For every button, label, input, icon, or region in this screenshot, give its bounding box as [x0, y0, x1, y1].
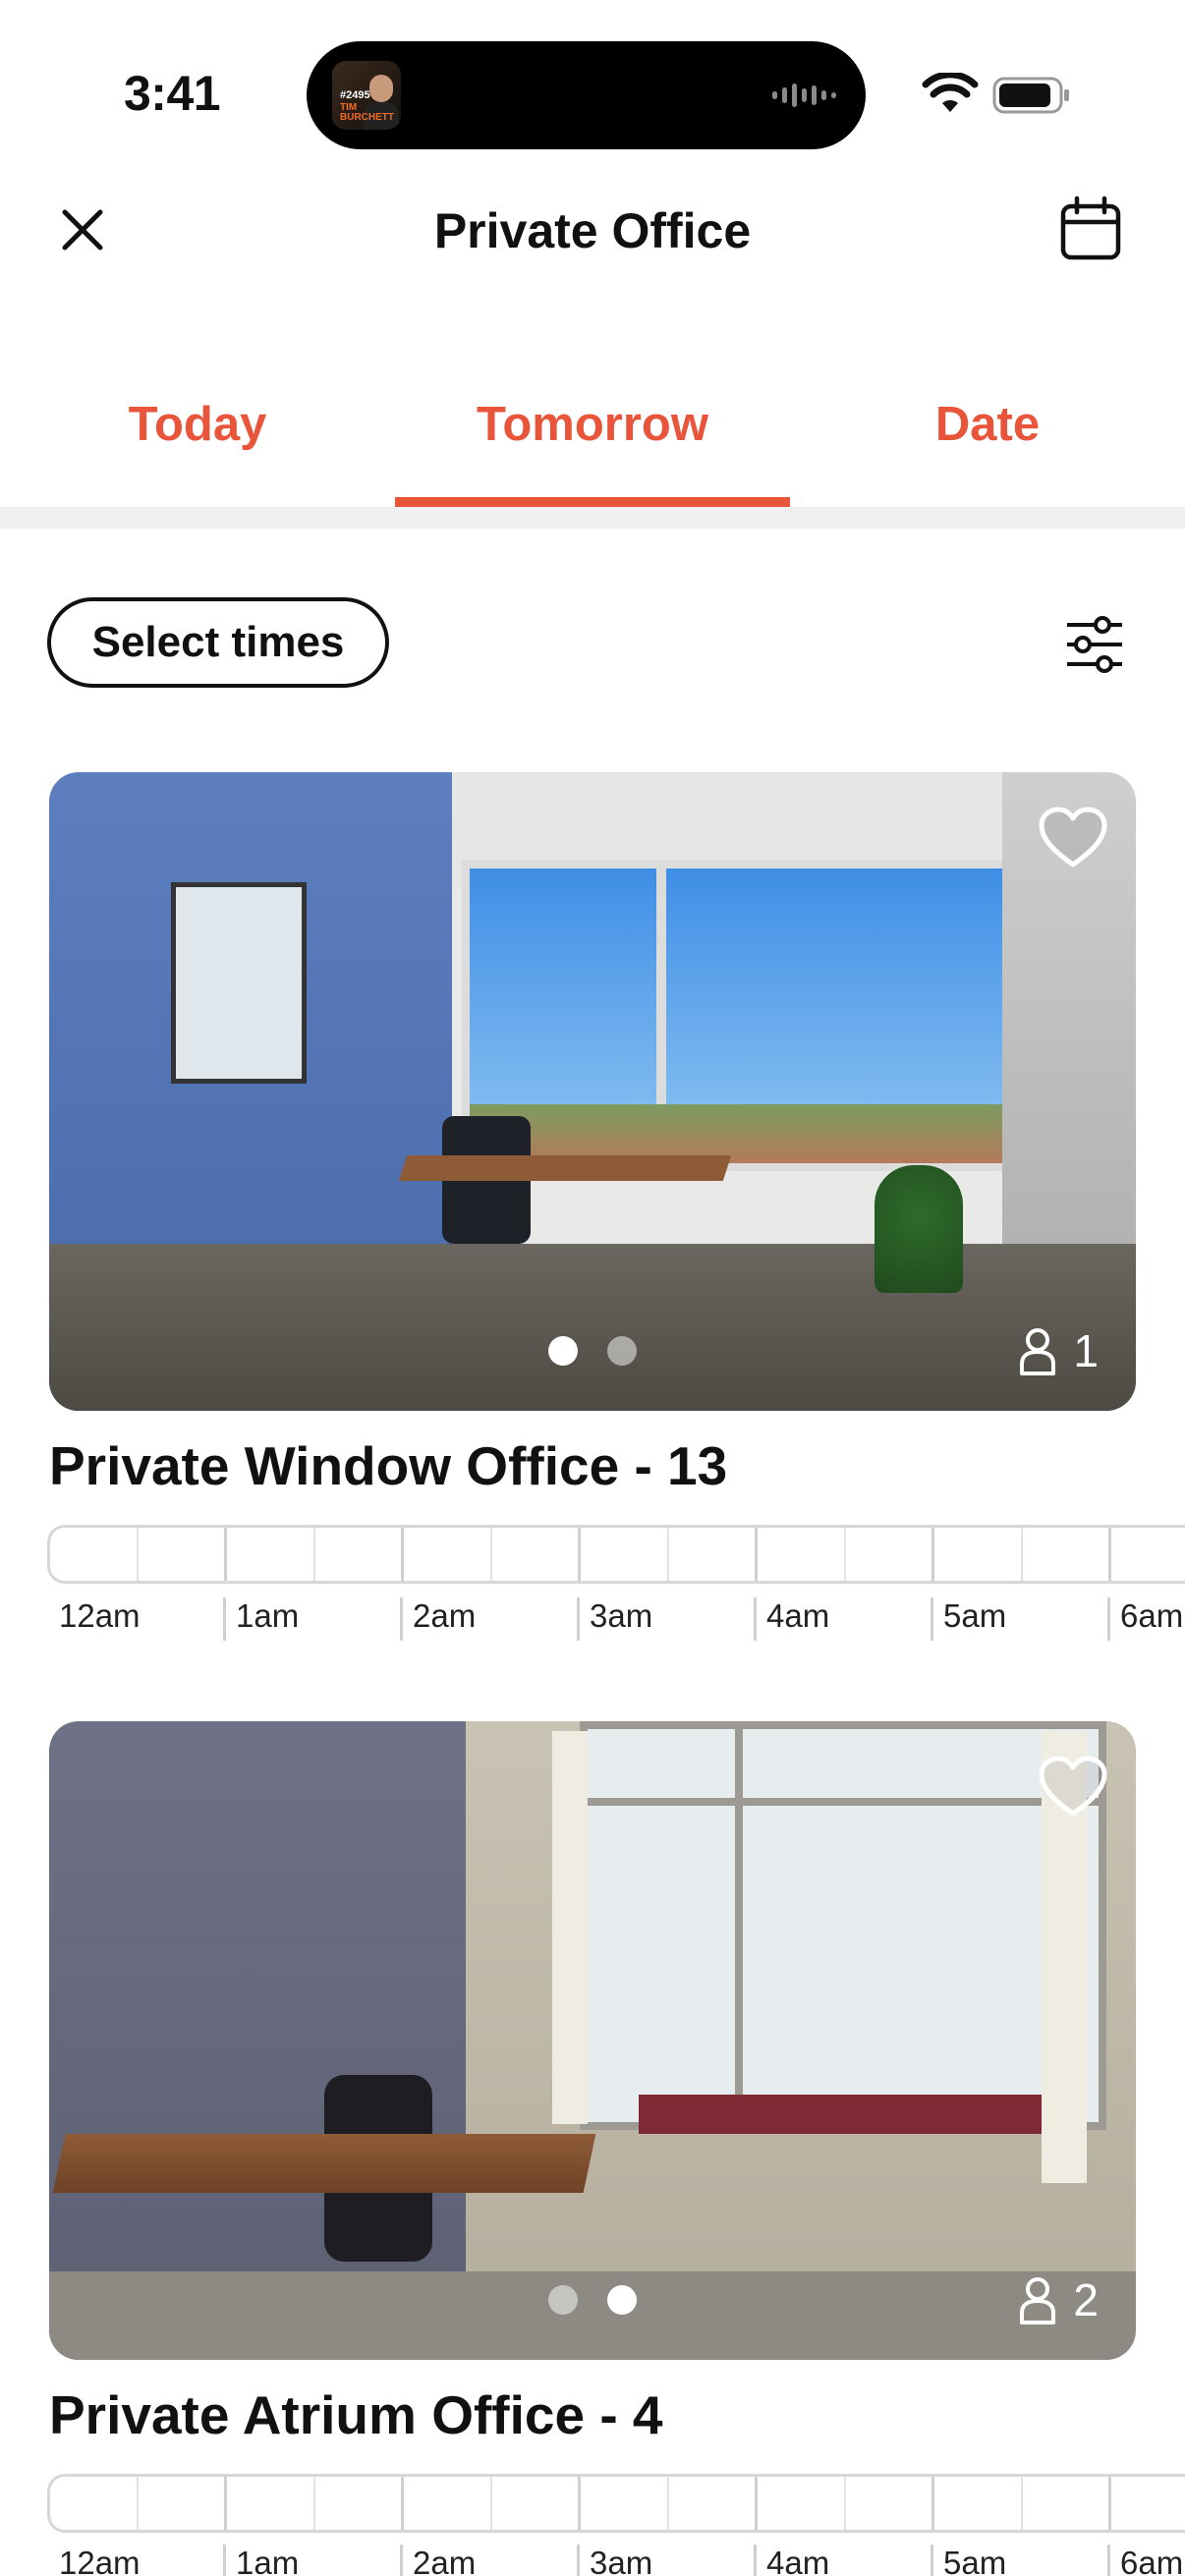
hour-label: 6am: [1107, 1597, 1185, 1645]
hour-label: 1am: [223, 2545, 413, 2576]
hour-label: 12am: [59, 2545, 236, 2576]
person-icon: [1020, 1328, 1056, 1375]
now-playing-name: TIM BURCHETT: [340, 102, 394, 123]
listing-title[interactable]: Private Window Office - 13: [49, 1434, 727, 1497]
availability-timeline[interactable]: [47, 2474, 1185, 2533]
now-playing-badge: #2495: [340, 89, 370, 101]
hour-label: 3am: [577, 2545, 766, 2576]
page-title: Private Office: [433, 203, 752, 258]
hour-label: 2am: [400, 1597, 590, 1645]
pager-dot[interactable]: [607, 2285, 637, 2315]
hour-label: 5am: [931, 1597, 1120, 1645]
calendar-icon[interactable]: [1055, 195, 1126, 265]
hour-label: 12am: [59, 1597, 236, 1645]
capacity-count: 1: [1073, 1325, 1099, 1376]
status-bar: 3:41 #2495 TIM BURCHETT: [0, 0, 1185, 167]
day-tabs: Today Tomorrow Date: [0, 364, 1185, 507]
tab-today[interactable]: Today: [0, 397, 395, 452]
sliders-icon[interactable]: [1061, 611, 1128, 678]
selected-tab-indicator: [395, 497, 790, 507]
person-icon: [1020, 2277, 1056, 2324]
hour-label: 5am: [931, 2545, 1120, 2576]
wifi-icon: [922, 73, 979, 112]
pager-dot[interactable]: [607, 1336, 637, 1366]
dynamic-island[interactable]: #2495 TIM BURCHETT: [307, 41, 866, 149]
listing-title[interactable]: Private Atrium Office - 4: [49, 2383, 663, 2446]
pager-dot[interactable]: [548, 1336, 578, 1366]
hour-label: 3am: [577, 1597, 766, 1645]
audio-waveform-icon: [772, 83, 836, 108]
battery-icon: [992, 77, 1069, 114]
heart-icon[interactable]: [1038, 1755, 1108, 1820]
select-times-button[interactable]: Select times: [47, 597, 389, 688]
tabs-divider: [0, 507, 1185, 529]
hour-label: 1am: [223, 1597, 413, 1645]
now-playing-artwork: #2495 TIM BURCHETT: [332, 61, 401, 130]
capacity-badge: 1: [1018, 1324, 1099, 1377]
listing-photo-1[interactable]: 1: [49, 772, 1136, 1411]
capacity-badge: 2: [1018, 2273, 1099, 2326]
photo-pager: [49, 1336, 1136, 1366]
heart-icon[interactable]: [1038, 806, 1108, 870]
listing-photo-2[interactable]: 2: [49, 1721, 1136, 2360]
timeline-hour-labels: 12am 1am 2am 3am 4am 5am 6am: [59, 1597, 1185, 1645]
photo-pager: [49, 2285, 1136, 2315]
tab-tomorrow[interactable]: Tomorrow: [395, 397, 790, 452]
pager-dot[interactable]: [548, 2285, 578, 2315]
availability-timeline[interactable]: [47, 1525, 1185, 1584]
hour-label: 2am: [400, 2545, 590, 2576]
hour-label: 4am: [754, 1597, 943, 1645]
hour-label: 6am: [1107, 2545, 1185, 2576]
nav-header: Private Office: [0, 167, 1185, 295]
status-time: 3:41: [124, 66, 221, 121]
hour-label: 4am: [754, 2545, 943, 2576]
timeline-hour-labels: 12am 1am 2am 3am 4am 5am 6am: [59, 2545, 1185, 2576]
capacity-count: 2: [1073, 2274, 1099, 2325]
tab-date[interactable]: Date: [790, 397, 1185, 452]
